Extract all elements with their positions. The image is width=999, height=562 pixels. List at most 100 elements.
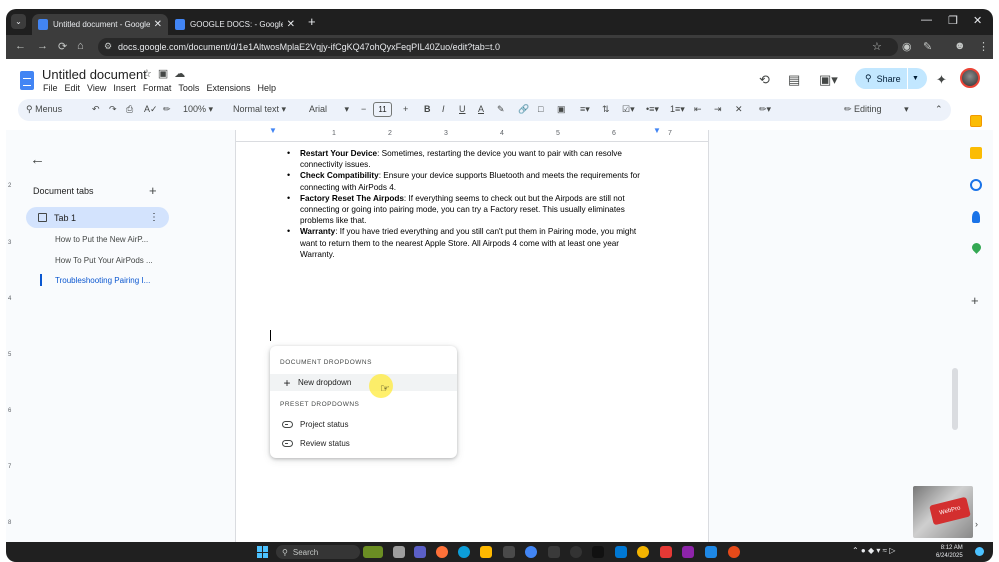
link-icon[interactable]: 🔗	[518, 104, 529, 115]
docs-logo-icon[interactable]	[20, 71, 34, 90]
minimize-icon[interactable]: —	[921, 14, 932, 26]
print-icon[interactable]: ⎙	[126, 104, 133, 115]
list-item[interactable]: Factory Reset The Airpods: If everything…	[284, 193, 654, 227]
maximize-icon[interactable]: ❐	[948, 14, 958, 27]
outline-item-active[interactable]: Troubleshooting Pairing I...	[55, 276, 150, 285]
notification-icon[interactable]	[975, 547, 984, 556]
line-spacing-icon[interactable]: ⇅	[602, 104, 610, 115]
sidebar-item-tab-1[interactable]: Tab 1 ⋮	[26, 207, 169, 228]
chevron-down-icon[interactable]: ▼	[912, 75, 919, 82]
clock[interactable]: 8:12 AM 6/24/2025	[936, 544, 963, 560]
app-icon[interactable]	[503, 546, 515, 558]
new-tab-button[interactable]: +	[308, 14, 316, 29]
tasks-icon[interactable]	[970, 179, 982, 191]
menu-tools[interactable]: Tools	[178, 83, 199, 93]
terminal-icon[interactable]	[592, 546, 604, 558]
font-size-input[interactable]: 11	[373, 102, 392, 117]
task-view-icon[interactable]	[393, 546, 405, 558]
close-tab-icon[interactable]: ✕	[154, 19, 162, 30]
firefox-icon[interactable]	[436, 546, 448, 558]
text-color-icon[interactable]: A	[478, 104, 484, 114]
app-icon[interactable]	[705, 546, 717, 558]
comment-icon[interactable]: □	[538, 104, 543, 114]
avatar[interactable]	[960, 68, 980, 88]
document-title[interactable]: Untitled document	[42, 67, 147, 82]
version-history-icon[interactable]: ⟲	[759, 72, 770, 88]
menu-insert[interactable]: Insert	[113, 83, 136, 93]
paint-format-icon[interactable]: ✏	[163, 104, 171, 115]
widgets-icon[interactable]	[363, 546, 383, 558]
app-icon[interactable]	[637, 546, 649, 558]
reload-icon[interactable]: ⟳	[58, 40, 67, 53]
app-icon[interactable]	[682, 546, 694, 558]
list-item[interactable]: Check Compatibility: Ensure your device …	[284, 170, 654, 192]
menu-help[interactable]: Help	[257, 83, 276, 93]
back-icon[interactable]: ←	[15, 40, 26, 52]
home-icon[interactable]: ⌂	[77, 40, 84, 52]
vertical-scrollbar[interactable]	[952, 368, 958, 430]
decrease-indent-icon[interactable]: ⇤	[694, 104, 702, 115]
italic-icon[interactable]: I	[442, 104, 445, 114]
spellcheck-icon[interactable]: A✓	[144, 104, 158, 115]
app-icon[interactable]	[548, 546, 560, 558]
site-info-icon[interactable]: ⚙	[104, 41, 112, 52]
redo-icon[interactable]: ↷	[109, 104, 117, 115]
gemini-sparkle-icon[interactable]: ✦	[936, 72, 947, 88]
chevron-right-icon[interactable]: ›	[975, 519, 978, 529]
keep-icon[interactable]	[970, 147, 982, 159]
url-bar[interactable]: ⚙ docs.google.com/document/d/1e1AltwosMp…	[98, 38, 898, 56]
menu-file[interactable]: File	[43, 83, 58, 93]
menu-view[interactable]: View	[87, 83, 106, 93]
checklist-icon[interactable]: ☑▾	[622, 104, 635, 115]
decrease-font-icon[interactable]: −	[361, 104, 366, 114]
calendar-icon[interactable]	[970, 115, 982, 127]
share-button[interactable]: ⚲ Share ▼	[855, 68, 927, 89]
app-icon[interactable]	[660, 546, 672, 558]
left-indent-marker[interactable]: ▼	[269, 126, 277, 135]
align-icon[interactable]: ≡▾	[580, 104, 590, 115]
contacts-icon[interactable]	[972, 211, 980, 223]
star-icon[interactable]: ☆	[142, 68, 158, 80]
preset-review-status[interactable]: Review status	[270, 435, 457, 452]
numbered-list-icon[interactable]: 1≡▾	[670, 104, 685, 115]
windows-start-icon[interactable]	[257, 546, 269, 558]
system-tray-icons[interactable]: ⌃ ● ◆ ▾ ≈ ▷	[852, 546, 895, 555]
browser-tab-active[interactable]: Untitled document - Google Docs ✕	[32, 14, 168, 35]
file-explorer-icon[interactable]	[480, 546, 492, 558]
move-folder-icon[interactable]: ▣	[158, 68, 174, 80]
new-dropdown-item[interactable]: + New dropdown	[270, 374, 457, 391]
menu-edit[interactable]: Edit	[65, 83, 81, 93]
undo-icon[interactable]: ↶	[92, 104, 100, 115]
search-menus-button[interactable]: ⚲ Menus	[26, 104, 62, 115]
bold-icon[interactable]: B	[424, 104, 431, 114]
list-item[interactable]: Restart Your Device: Sometimes, restarti…	[284, 148, 654, 170]
chevron-up-icon[interactable]: ⌃	[935, 104, 943, 115]
increase-font-icon[interactable]: +	[403, 104, 408, 114]
browser-menu-icon[interactable]: ⋮	[978, 40, 989, 53]
forward-icon[interactable]: →	[37, 40, 48, 52]
font-select[interactable]: Arial ▾	[309, 104, 349, 115]
screenshot-icon[interactable]: ◉	[902, 40, 912, 53]
teams-icon[interactable]	[414, 546, 426, 558]
bulleted-list[interactable]: Restart Your Device: Sometimes, restarti…	[284, 148, 654, 260]
outline-item[interactable]: How to Put the New AirP...	[55, 235, 148, 244]
bulleted-list-icon[interactable]: •≡▾	[646, 104, 659, 115]
close-tab-icon[interactable]: ✕	[287, 19, 295, 30]
list-item[interactable]: Warranty: If you have tried everything a…	[284, 226, 654, 260]
chrome-icon[interactable]	[525, 546, 537, 558]
underline-icon[interactable]: U	[459, 104, 466, 114]
add-addon-icon[interactable]: +	[971, 293, 979, 308]
comments-icon[interactable]: ▤	[788, 72, 800, 88]
browser-tab[interactable]: GOOGLE DOCS: - Google Docs ✕	[169, 14, 301, 35]
profile-icon[interactable]: ☻	[954, 40, 966, 52]
style-select[interactable]: Normal text ▾	[233, 104, 286, 115]
maps-icon[interactable]	[970, 241, 983, 254]
edge-icon[interactable]	[458, 546, 470, 558]
menu-format[interactable]: Format	[143, 83, 172, 93]
increase-indent-icon[interactable]: ⇥	[714, 104, 722, 115]
app-icon[interactable]	[615, 546, 627, 558]
taskbar-search[interactable]: ⚲ Search	[276, 545, 360, 559]
zoom-select[interactable]: 100% ▾	[183, 104, 213, 115]
document-page[interactable]: ▼ 1 2 3 4 5 6 ▼ 7 Restart Your Device: S…	[235, 126, 709, 542]
cloud-status-icon[interactable]: ☁	[174, 68, 191, 80]
